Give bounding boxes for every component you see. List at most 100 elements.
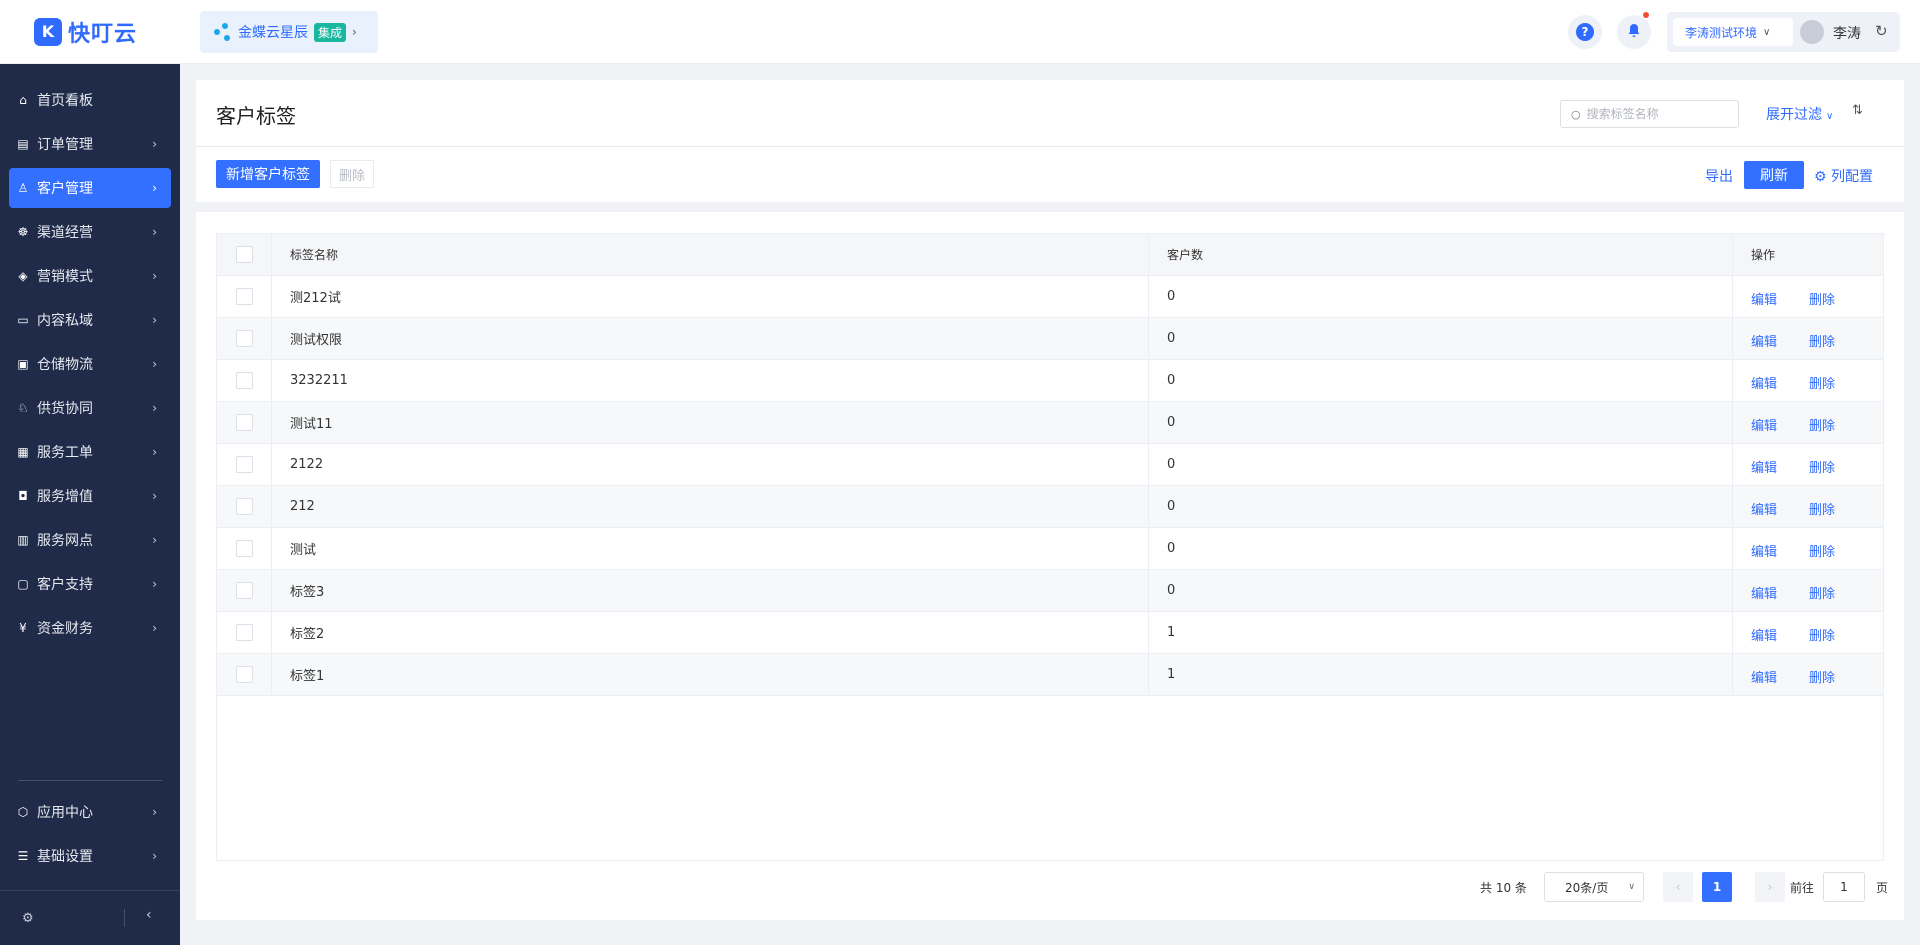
select-all-checkbox[interactable] [235, 246, 253, 263]
sidebar-item[interactable]: ⬡ 应用中心 › [9, 792, 171, 832]
table-row: 2122 0 编辑 删除 [217, 444, 1883, 486]
row-checkbox[interactable] [235, 582, 253, 599]
edit-link[interactable]: 编辑 [1751, 331, 1777, 350]
chevron-right-icon: › [152, 621, 157, 635]
tag-name-cell: 测试权限 [272, 318, 1149, 359]
row-select-cell [217, 612, 272, 653]
row-select-cell [217, 444, 272, 485]
page-size-select[interactable]: 20条/页 ∨ [1544, 872, 1644, 902]
page-header: 客户标签 ○ 展开过滤 ∨ ⇅ 新增客户标签 删除 导出 刷新 ⚙ 列配置 [196, 80, 1904, 202]
order-icon: ▤ [17, 137, 29, 151]
help-button[interactable]: ? [1568, 15, 1602, 49]
delete-link[interactable]: 删除 [1809, 415, 1835, 434]
column-config-button[interactable]: ⚙ 列配置 [1814, 166, 1873, 186]
sidebar-item[interactable]: ♙ 客户管理 › [9, 168, 171, 208]
operations-cell: 编辑 删除 [1733, 360, 1883, 401]
batch-delete-button[interactable]: 删除 [330, 160, 374, 188]
column-config-label: 列配置 [1831, 169, 1874, 185]
edit-link[interactable]: 编辑 [1751, 289, 1777, 308]
row-checkbox[interactable] [235, 330, 253, 347]
table-row: 测试权限 0 编辑 删除 [217, 318, 1883, 360]
sidebar-item[interactable]: ♘ 供货协同 › [9, 388, 171, 428]
sidebar-item[interactable]: ▥ 服务网点 › [9, 520, 171, 560]
collapse-sidebar-icon[interactable]: ‹ [146, 907, 152, 923]
logo-text: 快叮云 [68, 21, 138, 47]
row-checkbox[interactable] [235, 624, 253, 641]
sidebar-item[interactable]: ◈ 营销模式 › [9, 256, 171, 296]
sidebar-item[interactable]: ☸ 渠道经营 › [9, 212, 171, 252]
sidebar-item-label: 仓储物流 [37, 357, 93, 373]
row-checkbox[interactable] [235, 498, 253, 515]
row-checkbox[interactable] [235, 372, 253, 389]
search-input[interactable] [1586, 107, 1727, 121]
edit-link[interactable]: 编辑 [1751, 667, 1777, 686]
avatar[interactable] [1800, 20, 1824, 44]
user-name[interactable]: 李涛 [1833, 23, 1861, 43]
delete-link[interactable]: 删除 [1809, 373, 1835, 392]
refresh-button[interactable]: 刷新 [1744, 161, 1804, 189]
row-checkbox[interactable] [235, 456, 253, 473]
delete-link[interactable]: 删除 [1809, 457, 1835, 476]
row-checkbox[interactable] [235, 288, 253, 305]
delete-link[interactable]: 删除 [1809, 499, 1835, 518]
sidebar-item[interactable]: ▤ 订单管理 › [9, 124, 171, 164]
delete-link[interactable]: 删除 [1809, 583, 1835, 602]
row-select-cell [217, 402, 272, 443]
page-number-current[interactable]: 1 [1702, 872, 1732, 902]
sidebar-menu-bottom: ⬡ 应用中心 › ☰ 基础设置 › [0, 792, 180, 880]
sidebar-item[interactable]: ▭ 内容私域 › [9, 300, 171, 340]
environment-select[interactable]: 李涛测试环境 ∨ [1673, 18, 1793, 46]
delete-link[interactable]: 删除 [1809, 331, 1835, 350]
edit-link[interactable]: 编辑 [1751, 499, 1777, 518]
next-page-button[interactable]: › [1755, 872, 1785, 902]
search-box[interactable]: ○ [1560, 100, 1739, 128]
channel-icon: ☸ [17, 225, 29, 239]
sort-icon[interactable]: ⇅ [1852, 103, 1863, 118]
reload-icon[interactable]: ↻ [1875, 22, 1888, 40]
customer-count-cell: 0 [1149, 486, 1733, 527]
chevron-right-icon: › [152, 445, 157, 459]
row-checkbox[interactable] [235, 414, 253, 431]
add-tag-button[interactable]: 新增客户标签 [216, 160, 320, 188]
edit-link[interactable]: 编辑 [1751, 583, 1777, 602]
notification-button[interactable] [1617, 12, 1651, 49]
sidebar-item[interactable]: ▣ 仓储物流 › [9, 344, 171, 384]
chevron-right-icon: › [152, 489, 157, 503]
row-checkbox[interactable] [235, 540, 253, 557]
sidebar-item[interactable]: ¥ 资金财务 › [9, 608, 171, 648]
chevron-right-icon: › [152, 357, 157, 371]
edit-link[interactable]: 编辑 [1751, 373, 1777, 392]
sidebar-item-label: 订单管理 [37, 137, 93, 153]
edit-link[interactable]: 编辑 [1751, 541, 1777, 560]
chevron-right-icon: › [152, 313, 157, 327]
row-checkbox[interactable] [235, 666, 253, 683]
gear-icon[interactable]: ⚙ [22, 911, 34, 926]
sidebar-item-label: 服务增值 [37, 489, 93, 505]
logo[interactable]: K 快叮云 [0, 0, 180, 64]
integration-chip[interactable]: 金蝶云星辰 集成 › [200, 11, 378, 53]
row-select-cell [217, 318, 272, 359]
operations-cell: 编辑 删除 [1733, 654, 1883, 695]
expand-filter-button[interactable]: 展开过滤 ∨ [1766, 104, 1833, 124]
row-select-cell [217, 528, 272, 569]
delete-link[interactable]: 删除 [1809, 667, 1835, 686]
chevron-right-icon: › [352, 25, 357, 39]
edit-link[interactable]: 编辑 [1751, 625, 1777, 644]
sidebar-item[interactable]: ⌂ 首页看板 [9, 80, 171, 120]
goto-page-input[interactable] [1823, 872, 1865, 902]
edit-link[interactable]: 编辑 [1751, 457, 1777, 476]
delete-link[interactable]: 删除 [1809, 289, 1835, 308]
sidebar-item[interactable]: ▦ 服务工单 › [9, 432, 171, 472]
tag-name-cell: 测212试 [272, 276, 1149, 317]
sidebar-item[interactable]: ▢ 客户支持 › [9, 564, 171, 604]
edit-link[interactable]: 编辑 [1751, 415, 1777, 434]
delete-link[interactable]: 删除 [1809, 625, 1835, 644]
export-button[interactable]: 导出 [1705, 166, 1733, 186]
sidebar-item[interactable]: ☰ 基础设置 › [9, 836, 171, 876]
sidebar-item-label: 首页看板 [37, 93, 93, 109]
prev-page-button[interactable]: ‹ [1663, 872, 1693, 902]
sidebar-item[interactable]: ◘ 服务增值 › [9, 476, 171, 516]
delete-link[interactable]: 删除 [1809, 541, 1835, 560]
table-body: 测212试 0 编辑 删除 测试权限 0 编辑 删除 3232211 0 编辑 删除 测试11 0 编辑 删除… [217, 276, 1883, 696]
sidebar-item-label: 渠道经营 [37, 225, 93, 241]
